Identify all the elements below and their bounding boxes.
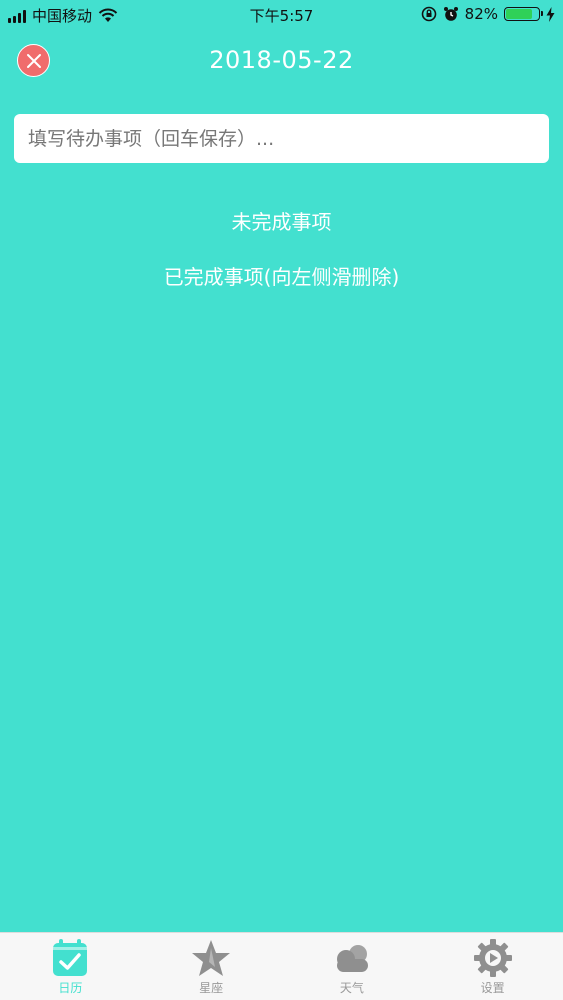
tab-horoscope[interactable]: 星座 <box>141 933 282 1000</box>
battery-fill <box>506 9 532 19</box>
header: 2018-05-22 <box>0 40 563 84</box>
date-title: 2018-05-22 <box>209 46 354 74</box>
tab-calendar-label: 日历 <box>58 981 83 995</box>
tab-horoscope-label: 星座 <box>199 981 224 995</box>
tab-bar: 日历 星座 天气 设置 <box>0 932 563 1000</box>
orientation-lock-icon <box>421 6 436 22</box>
status-right: 82% <box>421 5 555 23</box>
star-icon <box>192 940 231 976</box>
tab-weather[interactable]: 天气 <box>282 933 423 1000</box>
tab-calendar[interactable]: 日历 <box>0 933 141 1000</box>
todo-input[interactable] <box>14 114 549 163</box>
alarm-icon <box>443 7 458 21</box>
cloud-icon <box>336 945 368 972</box>
tab-weather-label: 天气 <box>339 981 364 995</box>
pending-section-label: 未完成事项 <box>231 210 332 234</box>
charging-icon <box>546 6 555 22</box>
battery-icon <box>504 7 543 21</box>
battery-percent: 82% <box>464 5 498 23</box>
tab-settings[interactable]: 设置 <box>422 933 563 1000</box>
status-bar: 中国移动 下午5:57 82% <box>0 0 563 28</box>
calendar-icon <box>53 939 88 976</box>
completed-section-label: 已完成事项(向左侧滑删除) <box>163 265 400 289</box>
tab-settings-label: 设置 <box>480 981 505 995</box>
gear-icon <box>473 939 512 977</box>
